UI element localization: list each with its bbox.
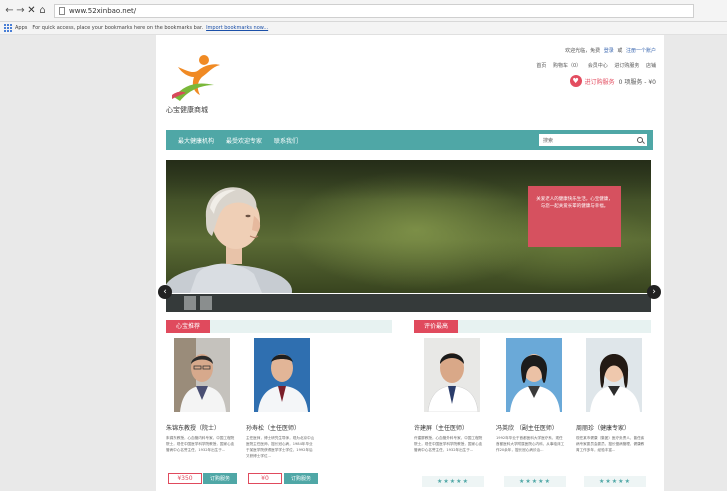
cart-icon[interactable]: ♥ xyxy=(569,75,582,87)
hero-banner: 关爱老人的健康快乐生活，心宝健康，与您一起关爱长辈的健康与幸福。 xyxy=(166,160,651,293)
nav-item-experts[interactable]: 最受欢迎专家 xyxy=(226,136,262,145)
section-recommended-header: 心宝推荐 xyxy=(166,320,392,333)
logo-text: 心宝健康商城 xyxy=(166,106,208,114)
slider-next-icon[interactable]: › xyxy=(647,285,661,299)
rating-stars: ★★★★★ xyxy=(584,476,646,487)
close-icon[interactable]: ✕ xyxy=(26,5,37,16)
doctor-photo[interactable] xyxy=(506,338,562,412)
menu-item-order[interactable]: 进订购服务 xyxy=(614,63,639,69)
website: 心宝健康商城 欢迎光临，免费 登录 或 注册一个账户 首页 购物车（0） 会员中… xyxy=(156,35,664,491)
browser-toolbar: ← → ✕ ⌂ www.52xinbao.net/ xyxy=(0,0,727,22)
apps-icon[interactable] xyxy=(4,24,12,32)
bookmarks-bar: Apps For quick access, place your bookma… xyxy=(0,22,727,35)
logo-icon[interactable] xyxy=(170,51,222,103)
doctor-name[interactable]: 许建屏（主任医师） xyxy=(414,423,468,432)
greeting-text: 欢迎光临，免费 xyxy=(565,48,601,54)
login-link[interactable]: 登录 xyxy=(604,48,614,54)
doctor-name[interactable]: 冯英欣 （副主任医师） xyxy=(496,423,558,432)
section-title: 评价最高 xyxy=(414,320,459,333)
doctor-name[interactable]: 周丽珍（健康专家） xyxy=(576,423,630,432)
cart-summary[interactable]: ♥ 进订购服务 0 项服务 - ¥0 xyxy=(569,75,656,87)
home-icon[interactable]: ⌂ xyxy=(37,5,48,16)
hero-message-box: 关爱老人的健康快乐生活，心宝健康，与您一起关爱长辈的健康与幸福。 xyxy=(528,186,621,247)
or-text: 或 xyxy=(617,48,623,54)
url-text: www.52xinbao.net/ xyxy=(69,6,137,15)
page-icon xyxy=(59,6,65,15)
price-badge: ¥0 xyxy=(248,473,282,484)
rating-stars: ★★★★★ xyxy=(504,476,566,487)
search-icon[interactable] xyxy=(637,137,643,143)
menu-item-member[interactable]: 会员中心 xyxy=(588,63,608,69)
register-link[interactable]: 注册一个账户 xyxy=(626,48,656,54)
slide-thumb[interactable] xyxy=(200,296,212,310)
doctor-photo[interactable] xyxy=(254,338,310,412)
menu-item-cart[interactable]: 购物车（0） xyxy=(553,63,581,69)
doctor-photo[interactable] xyxy=(424,338,480,412)
forward-icon[interactable]: → xyxy=(15,5,26,16)
cart-label[interactable]: 进订购服务 xyxy=(585,77,615,86)
user-links: 欢迎光临，免费 登录 或 注册一个账户 xyxy=(563,47,656,54)
nav-item-contact[interactable]: 联系我们 xyxy=(274,136,298,145)
main-nav: 最大健康机构 最受欢迎专家 联系我们 搜索 xyxy=(166,130,653,150)
slide-thumb[interactable] xyxy=(184,296,196,310)
section-top-rated-header: 评价最高 xyxy=(414,320,651,333)
top-menu: 首页 购物车（0） 会员中心 进订购服务 店铺 xyxy=(531,62,656,69)
doctor-description: 朱锦东教授，心血管内科专家，中国工程院院士，现任中国医学科学院教授，国家心血管病… xyxy=(166,436,235,452)
rating-stars: ★★★★★ xyxy=(422,476,484,487)
doctor-description: 许建屏教授，心血管外科专家，中国工程院院士，现任中国医学科学院教授，国家心血管病… xyxy=(414,436,483,452)
doctor-name[interactable]: 朱锦东教授（院士） xyxy=(166,423,220,432)
apps-label[interactable]: Apps xyxy=(15,25,27,31)
price-badge: ¥350 xyxy=(168,473,202,484)
order-service-button[interactable]: 订购服务 xyxy=(284,473,318,484)
section-title: 心宝推荐 xyxy=(166,320,211,333)
menu-item-shop[interactable]: 店铺 xyxy=(646,63,656,69)
bookmarks-hint: For quick access, place your bookmarks h… xyxy=(32,25,204,31)
slider-thumbnails xyxy=(166,294,651,312)
cart-info: 0 项服务 - ¥0 xyxy=(618,78,656,86)
order-service-button[interactable]: 订购服务 xyxy=(203,473,237,484)
menu-item-home[interactable]: 首页 xyxy=(536,63,546,69)
nav-item-institutions[interactable]: 最大健康机构 xyxy=(178,136,214,145)
back-icon[interactable]: ← xyxy=(4,5,15,16)
import-bookmarks-link[interactable]: Import bookmarks now... xyxy=(206,25,268,31)
search-input[interactable]: 搜索 xyxy=(539,134,647,146)
doctor-photo[interactable] xyxy=(586,338,642,412)
doctor-description: 现任某市健康（集团）医疗负责人，曾任疾病专家委员会委员，擅长慢病管理，健康教育工… xyxy=(576,436,645,452)
slider-prev-icon[interactable]: ‹ xyxy=(158,285,172,299)
search-placeholder: 搜索 xyxy=(543,137,554,144)
page-viewport: 心宝健康商城 欢迎光临，免费 登录 或 注册一个账户 首页 购物车（0） 会员中… xyxy=(0,35,727,491)
doctor-photo[interactable] xyxy=(174,338,230,412)
doctor-description: 1992年毕业于首都医科大学医疗系，现任首都医科大学附属医院心内科，从事临床工作… xyxy=(496,436,565,452)
elderly-woman-image xyxy=(166,187,292,293)
address-bar[interactable]: www.52xinbao.net/ xyxy=(54,3,694,18)
doctor-name[interactable]: 孙寿松（主任医师） xyxy=(246,423,300,432)
doctor-description: 主任医师，博士研究生导师，现为北京中山医院主任医师，擅长冠心病，1984年毕业于… xyxy=(246,436,315,458)
